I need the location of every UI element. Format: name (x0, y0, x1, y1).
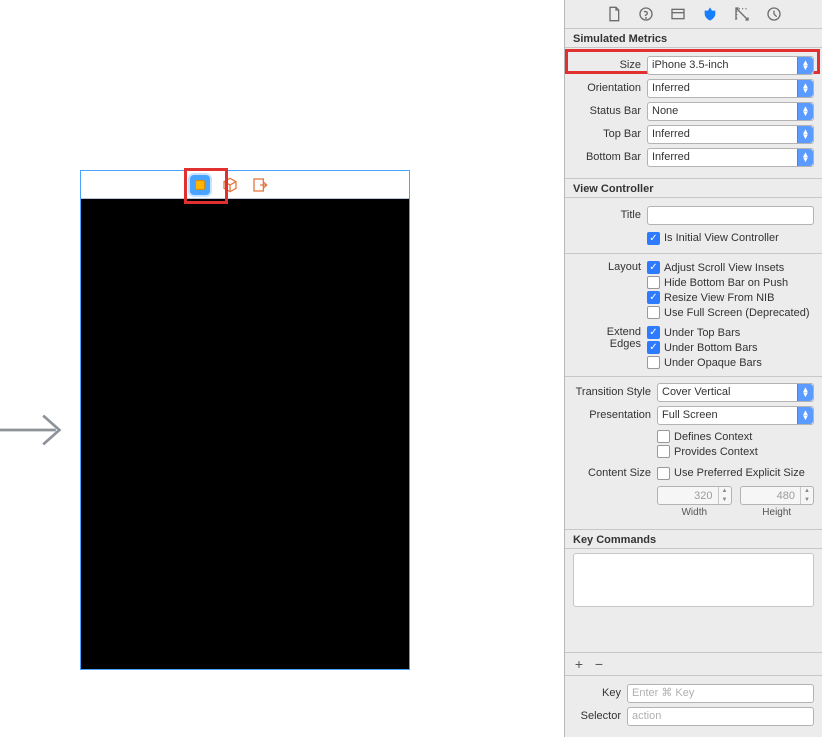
extend-edges-option-label-1: Under Bottom Bars (664, 342, 758, 354)
layout-option-checkbox-1[interactable] (647, 276, 660, 289)
provides-context-label: Provides Context (674, 446, 758, 458)
simulated-metrics-header: Simulated Metrics (565, 28, 822, 48)
first-responder-icon[interactable] (220, 175, 240, 195)
provides-context-checkbox[interactable] (657, 445, 670, 458)
presentation-label: Presentation (573, 409, 657, 421)
status-bar-select[interactable]: None ▲▼ (647, 102, 814, 121)
identity-inspector-tab-icon[interactable] (669, 5, 687, 23)
root-view[interactable] (81, 199, 409, 669)
is-initial-checkbox[interactable]: ✓ (647, 232, 660, 245)
transition-style-select[interactable]: Cover Vertical ▲▼ (657, 383, 814, 402)
content-size-label: Content Size (573, 467, 657, 479)
storyboard-canvas[interactable] (0, 0, 564, 737)
chevron-updown-icon: ▲▼ (797, 407, 813, 424)
file-inspector-tab-icon[interactable] (605, 5, 623, 23)
layout-label: Layout (573, 259, 647, 273)
chevron-updown-icon: ▲▼ (797, 103, 813, 120)
width-stepper[interactable]: 320 ▲▼ (657, 486, 732, 505)
add-key-command-button[interactable]: + (571, 656, 587, 672)
key-label: Key (573, 687, 627, 699)
width-label: Width (681, 507, 707, 518)
inspector-panel: Simulated Metrics Size iPhone 3.5-inch ▲… (565, 0, 822, 737)
remove-key-command-button[interactable]: − (591, 656, 607, 672)
chevron-updown-icon: ▲▼ (797, 149, 813, 166)
initial-vc-arrow-icon (0, 400, 72, 460)
extend-edges-option-label-2: Under Opaque Bars (664, 357, 762, 369)
quick-help-tab-icon[interactable] (637, 5, 655, 23)
layout-option-checkbox-2[interactable]: ✓ (647, 291, 660, 304)
presentation-select[interactable]: Full Screen ▲▼ (657, 406, 814, 425)
top-bar-select[interactable]: Inferred ▲▼ (647, 125, 814, 144)
title-label: Title (573, 209, 647, 221)
height-stepper[interactable]: 480 ▲▼ (740, 486, 815, 505)
extend-edges-option-label-0: Under Top Bars (664, 327, 740, 339)
selector-input[interactable] (627, 707, 814, 726)
key-commands-list[interactable] (573, 553, 814, 607)
height-label: Height (762, 507, 791, 518)
exit-icon[interactable] (250, 175, 270, 195)
use-preferred-size-label: Use Preferred Explicit Size (674, 467, 805, 479)
layout-option-label-2: Resize View From NIB (664, 292, 774, 304)
status-bar-label: Status Bar (573, 105, 647, 117)
view-controller-header: View Controller (565, 178, 822, 198)
extend-edges-option-checkbox-1[interactable]: ✓ (647, 341, 660, 354)
size-label: Size (573, 59, 647, 71)
layout-option-label-0: Adjust Scroll View Insets (664, 262, 784, 274)
view-controller-icon[interactable] (190, 175, 210, 195)
chevron-updown-icon: ▲▼ (797, 57, 813, 74)
layout-option-label-3: Use Full Screen (Deprecated) (664, 307, 810, 319)
orientation-label: Orientation (573, 82, 647, 94)
view-controller-scene[interactable] (80, 170, 410, 670)
use-preferred-size-checkbox[interactable] (657, 467, 670, 480)
top-bar-label: Top Bar (573, 128, 647, 140)
size-select[interactable]: iPhone 3.5-inch ▲▼ (647, 56, 814, 75)
chevron-updown-icon: ▲▼ (797, 80, 813, 97)
layout-option-checkbox-3[interactable] (647, 306, 660, 319)
orientation-select[interactable]: Inferred ▲▼ (647, 79, 814, 98)
defines-context-label: Defines Context (674, 431, 752, 443)
inspector-tabs (565, 0, 822, 28)
selector-label: Selector (573, 710, 627, 722)
defines-context-checkbox[interactable] (657, 430, 670, 443)
layout-option-checkbox-0[interactable]: ✓ (647, 261, 660, 274)
is-initial-label: Is Initial View Controller (664, 232, 779, 244)
extend-edges-label: Extend Edges (573, 324, 647, 350)
layout-option-label-1: Hide Bottom Bar on Push (664, 277, 788, 289)
chevron-updown-icon: ▲▼ (797, 384, 813, 401)
chevron-updown-icon: ▲▼ (797, 126, 813, 143)
connections-inspector-tab-icon[interactable] (765, 5, 783, 23)
title-input[interactable] (647, 206, 814, 225)
key-input[interactable] (627, 684, 814, 703)
key-commands-header: Key Commands (565, 529, 822, 549)
transition-style-label: Transition Style (573, 386, 657, 398)
bottom-bar-select[interactable]: Inferred ▲▼ (647, 148, 814, 167)
bottom-bar-label: Bottom Bar (573, 151, 647, 163)
size-inspector-tab-icon[interactable] (733, 5, 751, 23)
extend-edges-option-checkbox-0[interactable]: ✓ (647, 326, 660, 339)
extend-edges-option-checkbox-2[interactable] (647, 356, 660, 369)
attributes-inspector-tab-icon[interactable] (701, 5, 719, 23)
